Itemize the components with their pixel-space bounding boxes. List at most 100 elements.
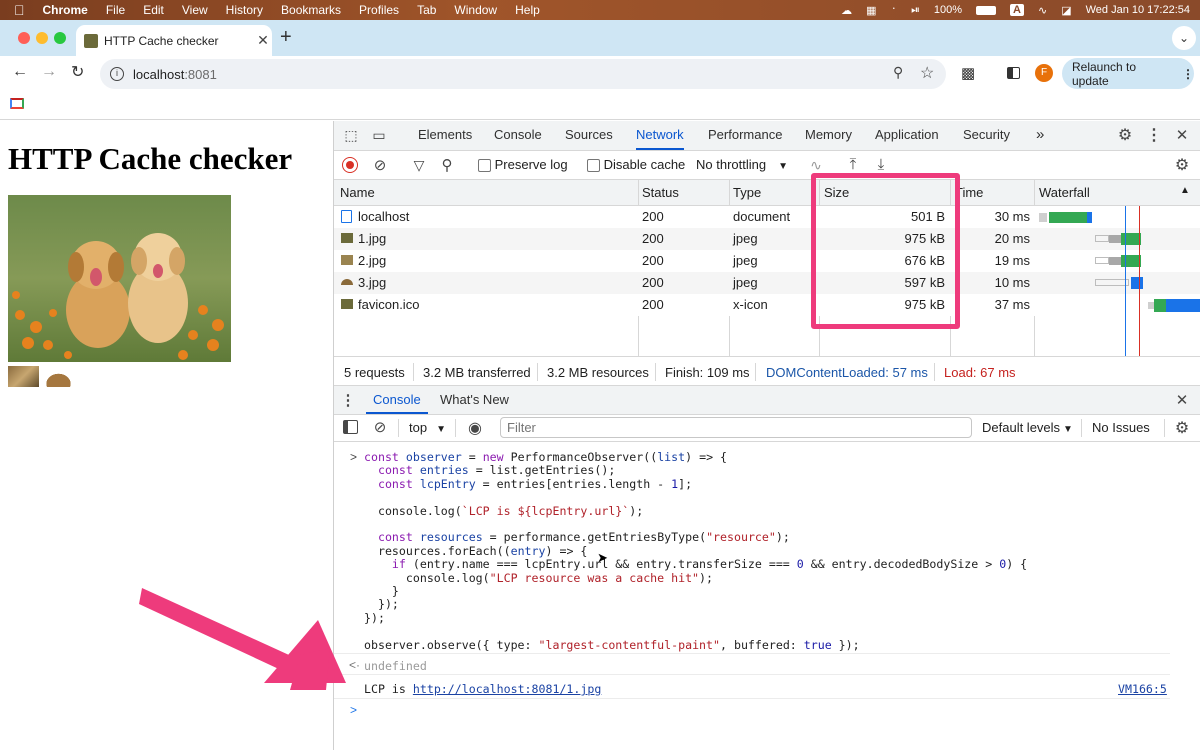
devtools-menu-icon[interactable]: ⋮ [1145,125,1163,145]
clear-icon[interactable]: ⊘ [371,156,389,174]
sidebar-toggle-icon[interactable] [343,420,358,434]
gmail-icon[interactable] [10,98,24,109]
drawer-menu-icon[interactable]: ⋮ [341,391,356,409]
wifi-icon[interactable]: ∿ [1038,4,1047,17]
tab-network[interactable]: Network [636,121,684,150]
live-expression-eye-icon[interactable]: ◉ [465,419,485,437]
forward-icon[interactable]: → [41,63,57,81]
minimize-window-icon[interactable] [36,32,48,44]
row-type: document [733,209,791,224]
memory-icon[interactable]: ▦ [866,4,876,17]
lcp-url-link[interactable]: http://localhost:8081/1.jpg [413,682,601,696]
table-row[interactable]: 2.jpg 200 jpeg 676 kB 19 ms [334,250,1200,272]
back-icon[interactable]: ← [12,63,28,81]
filter-icon[interactable]: ▽ [410,156,428,174]
extensions-icon[interactable]: ▩ [961,64,975,82]
inspect-element-icon[interactable]: ⬚ [342,126,360,144]
settings-gear-icon[interactable]: ⚙ [1115,125,1135,145]
col-header-type[interactable]: Type [733,185,761,200]
address-bar[interactable]: i localhost:8081 ⚲ ☆ [100,59,946,89]
import-har-icon[interactable]: ⤒ [844,155,862,173]
preserve-log-checkbox[interactable]: Preserve log [478,157,568,173]
tab-close-icon[interactable]: ✕ [254,32,272,49]
console-settings-icon[interactable]: ⚙ [1172,418,1192,438]
summary-resources: 3.2 MB resources [547,365,649,380]
reload-icon[interactable]: ↻ [71,62,84,82]
console-input-code[interactable]: const observer = new PerformanceObserver… [364,450,1027,652]
network-conditions-icon[interactable]: ∿ [806,156,826,174]
menu-bookmarks[interactable]: Bookmarks [272,3,350,17]
weather-icon[interactable]: ☁ [841,4,852,17]
waterfall-download-bar [1087,212,1092,223]
close-drawer-icon[interactable]: ✕ [1172,390,1192,410]
clear-console-icon[interactable]: ⊘ [371,418,389,436]
record-stop-icon[interactable] [342,157,358,173]
issues-button[interactable]: No Issues [1092,420,1150,435]
table-row[interactable]: 3.jpg 200 jpeg 597 kB 10 ms [334,272,1200,294]
zoom-window-icon[interactable] [54,32,66,44]
search-icon[interactable]: ⚲ [438,156,456,174]
tab-console[interactable]: Console [494,121,542,149]
clock[interactable]: Wed Jan 10 17:22:54 [1086,4,1190,16]
throttling-select[interactable]: No throttling ▼ [696,157,788,172]
browser-tab[interactable]: HTTP Cache checker ✕ [76,25,272,56]
relaunch-button[interactable]: Relaunch to update ⋮ [1062,58,1194,89]
context-selector[interactable]: top ▼ [409,420,446,435]
row-type: x-icon [733,297,768,312]
col-header-waterfall[interactable]: Waterfall [1039,185,1090,200]
input-source[interactable]: A [1010,4,1024,16]
console-filter-input[interactable] [500,417,972,438]
tab-sources[interactable]: Sources [565,121,613,149]
more-tabs-icon[interactable]: » [1036,121,1044,149]
network-toolbar: ⊘ ▽ ⚲ Preserve log Disable cache No thro… [334,151,1200,179]
export-har-icon[interactable]: ⤓ [872,155,890,173]
media-play-icon[interactable]: ⏯ [911,4,920,17]
close-window-icon[interactable] [18,32,30,44]
battery-percent[interactable]: 100% [934,4,962,16]
sort-ascending-icon[interactable]: ▲ [1180,185,1190,196]
site-info-icon[interactable]: i [110,67,124,81]
col-header-status[interactable]: Status [642,185,679,200]
more-menu-icon[interactable]: ⋮ [1182,67,1194,81]
drawer-tab-whats-new[interactable]: What's New [440,386,509,414]
menu-chrome[interactable]: Chrome [34,3,97,17]
log-levels-select[interactable]: Default levels ▼ [982,420,1073,435]
tab-application[interactable]: Application [875,121,939,149]
menu-view[interactable]: View [173,3,217,17]
menu-profiles[interactable]: Profiles [350,3,408,17]
network-settings-icon[interactable]: ⚙ [1172,155,1192,175]
source-location-link[interactable]: VM166:5 [1118,682,1167,696]
url-text[interactable]: localhost:8081 [133,67,217,82]
menu-file[interactable]: File [97,3,134,17]
disable-cache-checkbox[interactable]: Disable cache [587,157,685,173]
table-row[interactable]: favicon.ico 200 x-icon 975 kB 37 ms [334,294,1200,316]
row-time: 19 ms [994,253,1030,268]
menu-window[interactable]: Window [445,3,506,17]
device-toolbar-icon[interactable]: ▭ [370,126,388,144]
network-summary-bar: 5 requests 3.2 MB transferred 3.2 MB res… [334,357,1200,385]
table-row[interactable]: 1.jpg 200 jpeg 975 kB 20 ms [334,228,1200,250]
drawer-tab-console[interactable]: Console [366,386,428,414]
bookmark-star-icon[interactable]: ☆ [920,63,934,83]
menu-history[interactable]: History [217,3,272,17]
col-header-name[interactable]: Name [340,185,375,200]
tab-performance[interactable]: Performance [708,121,782,149]
close-devtools-icon[interactable]: ✕ [1172,125,1192,145]
apple-menu-icon[interactable]:  [0,2,34,18]
image-file-icon [341,255,353,265]
bluetooth-icon[interactable]: ᛫ [890,4,897,16]
tab-elements[interactable]: Elements [418,121,472,149]
menu-edit[interactable]: Edit [134,3,173,17]
menu-tab[interactable]: Tab [408,3,445,17]
console-prompt-icon[interactable]: > [350,703,357,717]
tab-security[interactable]: Security [963,121,1010,149]
side-panel-icon[interactable] [1007,67,1020,79]
new-tab-button[interactable]: + [280,26,292,49]
row-status: 200 [642,253,664,268]
zoom-icon[interactable]: ⚲ [893,64,903,81]
tab-memory[interactable]: Memory [805,121,852,149]
control-center-icon[interactable]: ◪ [1061,4,1071,17]
tab-search-chevron-icon[interactable]: ⌄ [1172,26,1196,50]
profile-avatar[interactable]: F [1035,64,1053,82]
menu-help[interactable]: Help [506,3,549,17]
